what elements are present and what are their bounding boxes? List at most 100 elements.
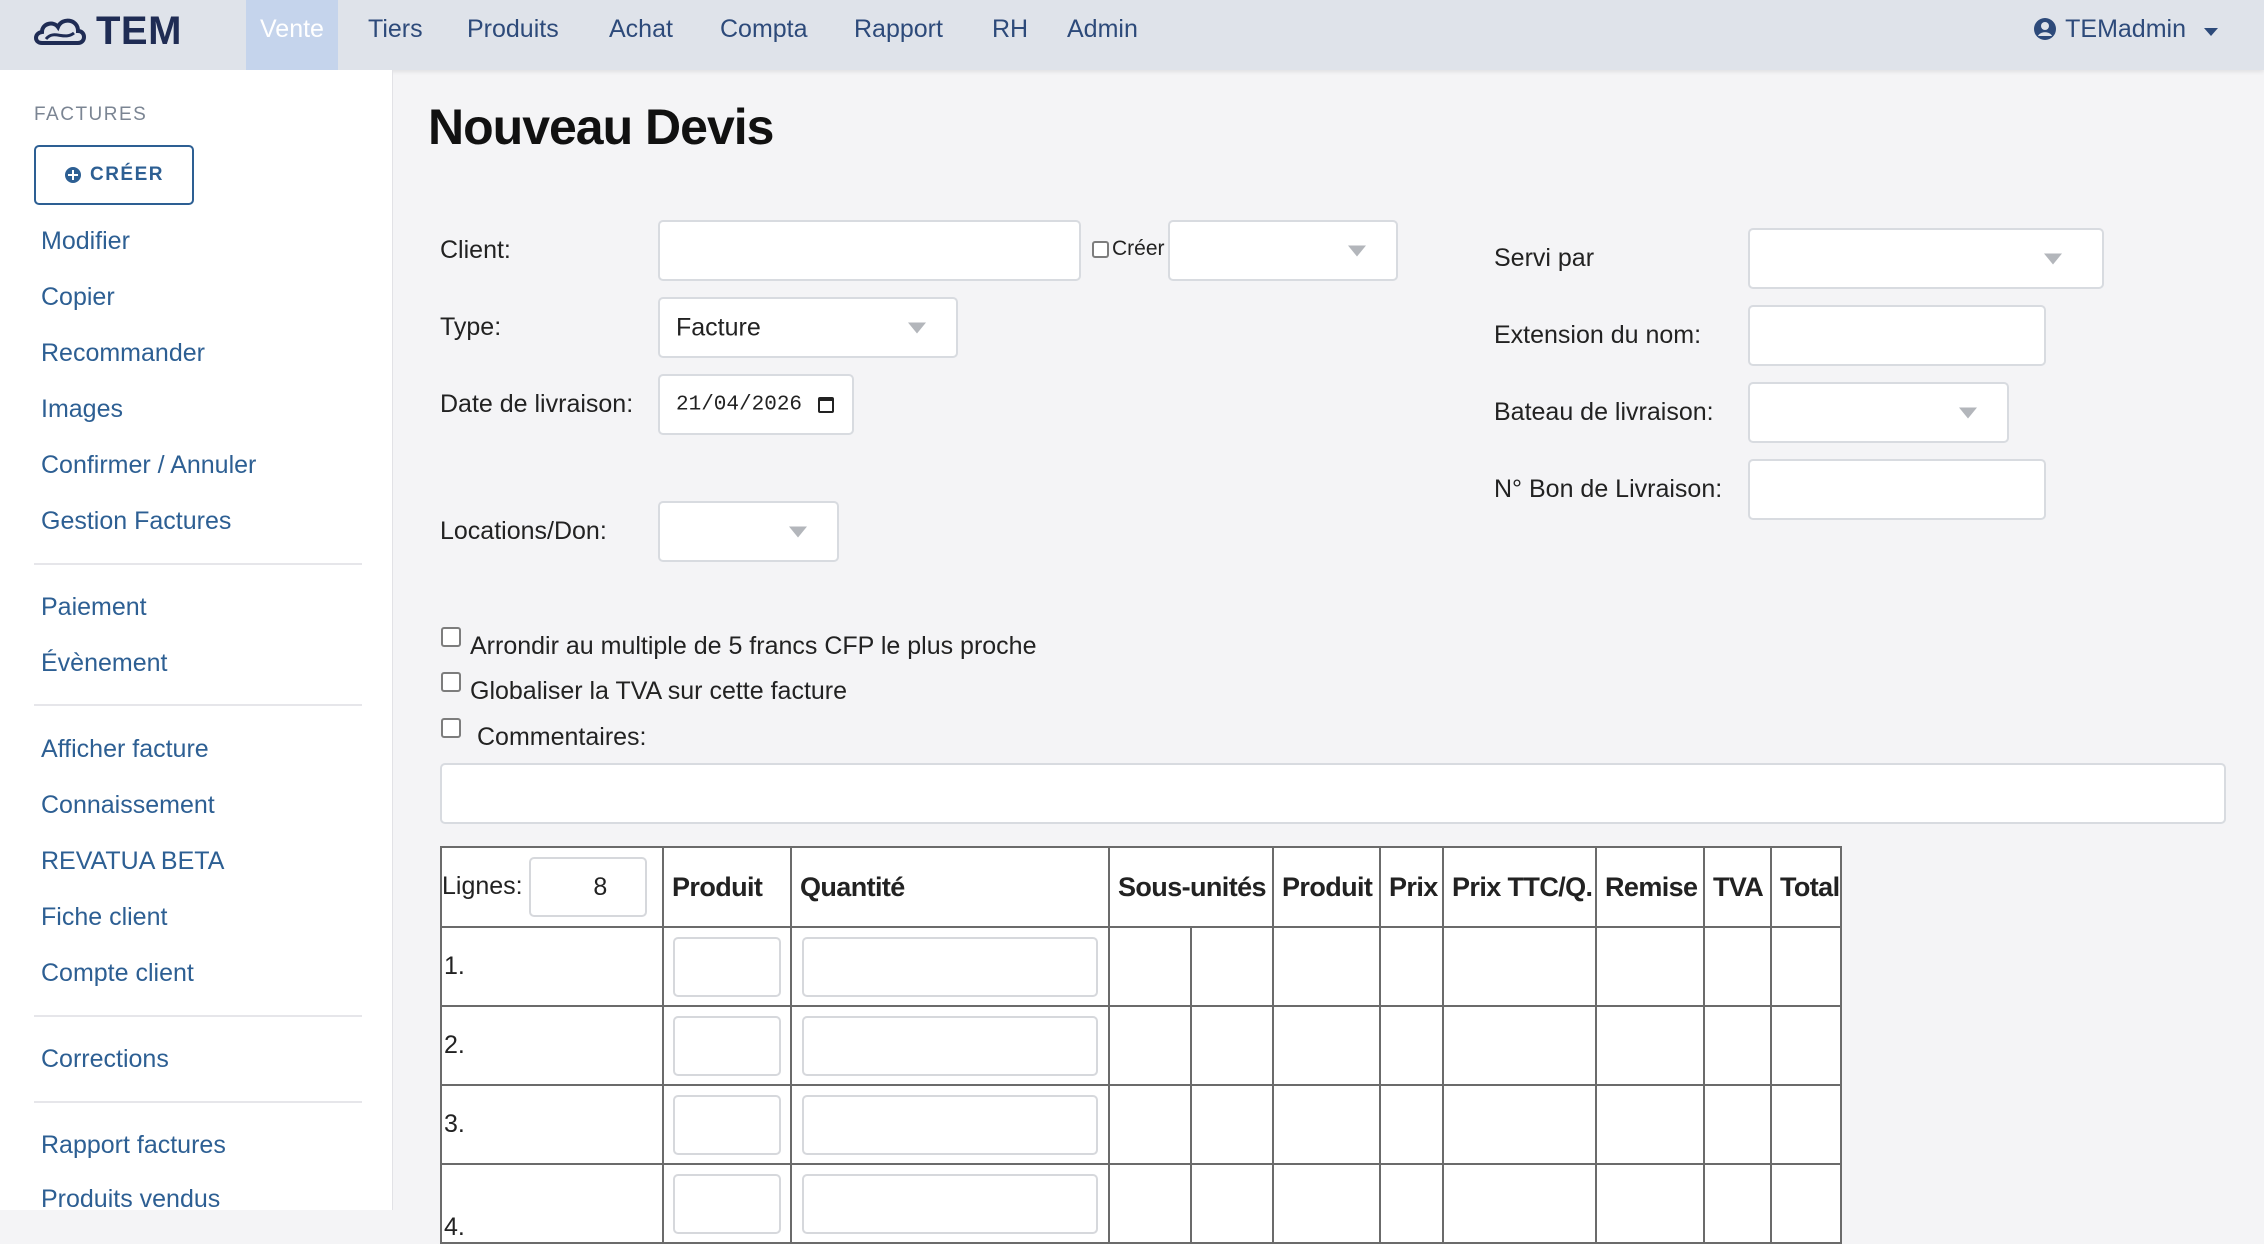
row-number: 3. bbox=[440, 1084, 664, 1165]
row-cell bbox=[1595, 1005, 1705, 1086]
creer-checkbox[interactable] bbox=[1092, 241, 1109, 258]
row-cell bbox=[1108, 926, 1192, 1007]
row-cell bbox=[1770, 1005, 1842, 1086]
nav-tab-compta[interactable]: Compta bbox=[706, 0, 822, 70]
create-button-label: CRÉER bbox=[89, 164, 164, 185]
table-row: 2. bbox=[440, 1005, 1842, 1086]
bon-livraison-input[interactable] bbox=[1748, 459, 2046, 520]
header-produit: Produit bbox=[662, 846, 792, 928]
row-cell bbox=[1108, 1084, 1192, 1165]
lines-label: Lignes: bbox=[442, 872, 523, 901]
sidebar-item-compte-client[interactable]: Compte client bbox=[41, 959, 194, 988]
global-tva-checkbox[interactable] bbox=[441, 672, 461, 692]
row-quantity-input[interactable] bbox=[802, 1173, 1098, 1234]
date-livraison-input[interactable]: 21/04/2026 bbox=[658, 374, 854, 435]
creer-select[interactable] bbox=[1168, 220, 1398, 281]
row-cell bbox=[1272, 1084, 1381, 1165]
row-cell bbox=[1595, 1163, 1705, 1244]
sidebar-item-evenement[interactable]: Évènement bbox=[41, 649, 167, 678]
servi-par-select[interactable] bbox=[1748, 228, 2104, 289]
create-button[interactable]: CRÉER bbox=[34, 145, 194, 205]
page-title: Nouveau Devis bbox=[428, 99, 774, 155]
nav-tab-achat[interactable]: Achat bbox=[595, 0, 687, 70]
row-cell bbox=[1272, 1163, 1381, 1244]
row-product-input[interactable] bbox=[673, 936, 781, 997]
row-cell bbox=[1770, 926, 1842, 1007]
commentaires-input[interactable] bbox=[440, 763, 2226, 824]
sidebar-item-afficher-facture[interactable]: Afficher facture bbox=[41, 735, 209, 764]
sidebar-item-corrections[interactable]: Corrections bbox=[41, 1045, 169, 1074]
sidebar-item-rapport-factures[interactable]: Rapport factures bbox=[41, 1131, 226, 1160]
header-prix: Prix bbox=[1379, 846, 1444, 928]
client-label: Client: bbox=[440, 236, 511, 264]
nav-tab-tiers[interactable]: Tiers bbox=[354, 0, 437, 70]
nav-tab-vente[interactable]: Vente bbox=[246, 0, 338, 70]
user-menu[interactable]: TEMadmin bbox=[2033, 0, 2218, 58]
nav-tab-rapport[interactable]: Rapport bbox=[840, 0, 957, 70]
row-cell bbox=[1190, 926, 1274, 1007]
sidebar-item-recommander[interactable]: Recommander bbox=[41, 339, 205, 368]
row-cell bbox=[1379, 1163, 1444, 1244]
row-quantity-input[interactable] bbox=[802, 1015, 1098, 1076]
sidebar-item-images[interactable]: Images bbox=[41, 395, 123, 424]
row-cell bbox=[1442, 1084, 1597, 1165]
top-navbar: TEM Vente Tiers Produits Achat Compta Ra… bbox=[0, 0, 2264, 70]
row-cell bbox=[1595, 1084, 1705, 1165]
row-cell bbox=[1379, 1005, 1444, 1086]
nav-tab-produits[interactable]: Produits bbox=[453, 0, 573, 70]
extension-nom-input[interactable] bbox=[1748, 305, 2046, 366]
header-quantite: Quantité bbox=[790, 846, 1110, 928]
app-logo[interactable]: TEM bbox=[32, 8, 182, 54]
dropdown-arrow-icon bbox=[789, 526, 807, 537]
sidebar-item-confirmer-annuler[interactable]: Confirmer / Annuler bbox=[41, 451, 256, 480]
sidebar-item-connaissement[interactable]: Connaissement bbox=[41, 791, 215, 820]
creer-label: Créer bbox=[1112, 237, 1165, 260]
row-cell bbox=[1703, 926, 1772, 1007]
row-quantity-input[interactable] bbox=[802, 1094, 1098, 1155]
sidebar-item-modifier[interactable]: Modifier bbox=[41, 227, 130, 256]
commentaires-label: Commentaires: bbox=[477, 723, 647, 751]
bateau-livraison-select[interactable] bbox=[1748, 382, 2009, 443]
dropdown-arrow-icon bbox=[2044, 253, 2062, 264]
round-cfp-checkbox[interactable] bbox=[441, 627, 461, 647]
commentaires-checkbox[interactable] bbox=[441, 718, 461, 738]
row-product-input[interactable] bbox=[673, 1015, 781, 1076]
sidebar-item-copier[interactable]: Copier bbox=[41, 283, 115, 312]
row-number: 1. bbox=[440, 926, 664, 1007]
client-input[interactable] bbox=[658, 220, 1081, 281]
sidebar-item-revatua-beta[interactable]: REVATUA BETA bbox=[41, 847, 224, 876]
row-cell bbox=[1272, 926, 1381, 1007]
row-product-input[interactable] bbox=[673, 1094, 781, 1155]
sidebar-item-paiement[interactable]: Paiement bbox=[41, 593, 147, 622]
nav-tab-admin[interactable]: Admin bbox=[1053, 0, 1152, 70]
calendar-icon[interactable] bbox=[818, 396, 834, 413]
chevron-down-icon bbox=[2204, 28, 2218, 36]
row-cell bbox=[1770, 1084, 1842, 1165]
sidebar-item-gestion-factures[interactable]: Gestion Factures bbox=[41, 507, 231, 536]
dropdown-arrow-icon bbox=[908, 322, 926, 333]
user-circle-icon bbox=[2034, 18, 2057, 40]
header-total: Total bbox=[1770, 846, 1842, 928]
cloud-logo-icon bbox=[34, 18, 86, 45]
row-product-input[interactable] bbox=[673, 1173, 781, 1234]
date-livraison-label: Date de livraison: bbox=[440, 390, 634, 418]
row-cell bbox=[1442, 926, 1597, 1007]
sidebar-divider bbox=[34, 1101, 362, 1103]
table-row: 3. bbox=[440, 1084, 1842, 1165]
header-produit-2: Produit bbox=[1272, 846, 1381, 928]
nav-tab-rh[interactable]: RH bbox=[978, 0, 1042, 70]
type-select[interactable]: Facture bbox=[658, 297, 958, 358]
type-select-value: Facture bbox=[676, 313, 761, 341]
sidebar-item-fiche-client[interactable]: Fiche client bbox=[41, 903, 167, 932]
lines-count-input[interactable]: 8 bbox=[528, 857, 647, 917]
logo-text: TEM bbox=[96, 8, 182, 53]
locations-don-select[interactable] bbox=[658, 501, 839, 562]
row-cell bbox=[1379, 1084, 1444, 1165]
header-sous-unites: Sous-unités bbox=[1108, 846, 1274, 928]
row-cell bbox=[1703, 1163, 1772, 1244]
row-quantity-input[interactable] bbox=[802, 936, 1098, 997]
locations-don-label: Locations/Don: bbox=[440, 517, 607, 545]
row-cell bbox=[1703, 1084, 1772, 1165]
row-cell bbox=[1442, 1005, 1597, 1086]
sidebar-section-title: FACTURES bbox=[34, 104, 148, 125]
